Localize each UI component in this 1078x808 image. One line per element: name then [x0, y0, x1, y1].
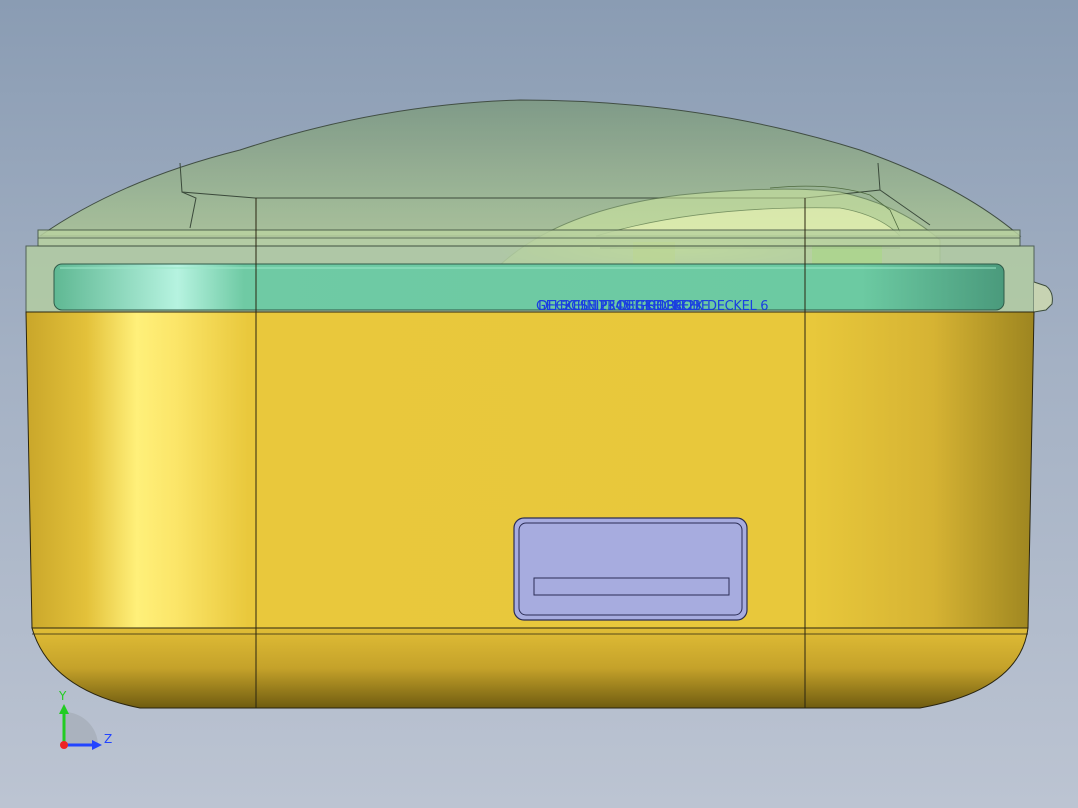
y-axis-label: Y [58, 689, 67, 703]
model-canvas[interactable]: GEH2CSE PROBE DECKEL DECKEL 12345 GEH PR… [0, 0, 1078, 808]
cad-viewport[interactable]: GEH2CSE PROBE DECKEL DECKEL 12345 GEH PR… [0, 0, 1078, 808]
z-axis-label: Z [104, 732, 112, 746]
seal-band [53, 263, 1005, 311]
origin-icon [60, 741, 68, 749]
overlay-label-4: PROBE 2X DECKEL 6 [640, 299, 768, 314]
label-plate [513, 517, 748, 621]
overlay-annotations: GEH2CSE PROBE DECKEL DECKEL 12345 GEH PR… [536, 299, 769, 314]
